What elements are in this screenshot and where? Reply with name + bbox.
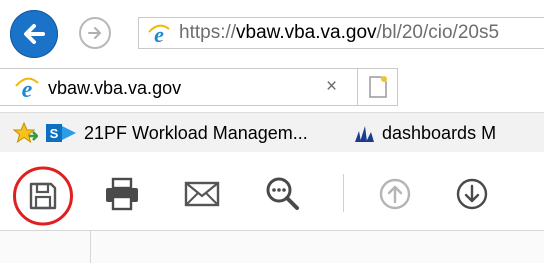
email-icon: [184, 181, 220, 207]
dynamics-icon: [355, 126, 374, 142]
favorite-item-dashboards[interactable]: dashboards M: [354, 118, 496, 148]
document-area: [0, 230, 544, 263]
svg-text:S: S: [50, 126, 59, 141]
toolbar-separator: [343, 174, 344, 212]
favorites-star-icon[interactable]: [12, 122, 38, 144]
new-tab-icon: [368, 76, 387, 98]
back-arrow-icon: [24, 24, 45, 44]
divider: [0, 230, 544, 231]
browser-tab[interactable]: e vbaw.vba.va.gov ×: [0, 68, 358, 106]
previous-page-button[interactable]: [375, 174, 415, 214]
email-button[interactable]: [180, 176, 224, 212]
favorite-label: dashboards M: [382, 122, 497, 143]
next-page-button[interactable]: [452, 174, 492, 214]
arrow-down-icon: [456, 178, 488, 210]
arrow-up-icon: [379, 178, 411, 210]
favorite-label: 21PF Workload Managem...: [84, 122, 308, 143]
back-button[interactable]: [10, 10, 58, 58]
ie-logo-icon: e: [15, 77, 39, 100]
close-tab-icon[interactable]: ×: [326, 76, 337, 98]
favorites-bar: S 21PF Workload Managem... dashboards M: [0, 112, 544, 154]
favorite-item-workload[interactable]: S 21PF Workload Managem...: [46, 118, 308, 148]
save-button[interactable]: [12, 165, 74, 227]
highlight-circle: [13, 166, 73, 226]
sharepoint-icon: S: [46, 124, 76, 142]
print-button[interactable]: [100, 174, 144, 214]
find-button[interactable]: [260, 171, 304, 215]
tab-strip: e vbaw.vba.va.gov ×: [0, 64, 544, 108]
url-text: https://vbaw.vba.va.gov/bl/20/cio/20s5: [179, 22, 500, 43]
address-field[interactable]: e https://vbaw.vba.va.gov/bl/20/cio/20s5: [138, 17, 544, 49]
print-icon: [106, 177, 138, 211]
tab-title: vbaw.vba.va.gov: [48, 78, 182, 98]
forward-arrow-icon: [88, 27, 101, 39]
pdf-toolbar: [0, 152, 544, 230]
forward-button[interactable]: [79, 17, 111, 49]
search-icon: [266, 177, 299, 210]
new-tab-button[interactable]: [358, 68, 398, 106]
ie-logo-icon: e: [148, 23, 170, 45]
side-panel-divider: [90, 230, 91, 263]
address-bar-row: e https://vbaw.vba.va.gov/bl/20/cio/20s5: [0, 0, 544, 64]
